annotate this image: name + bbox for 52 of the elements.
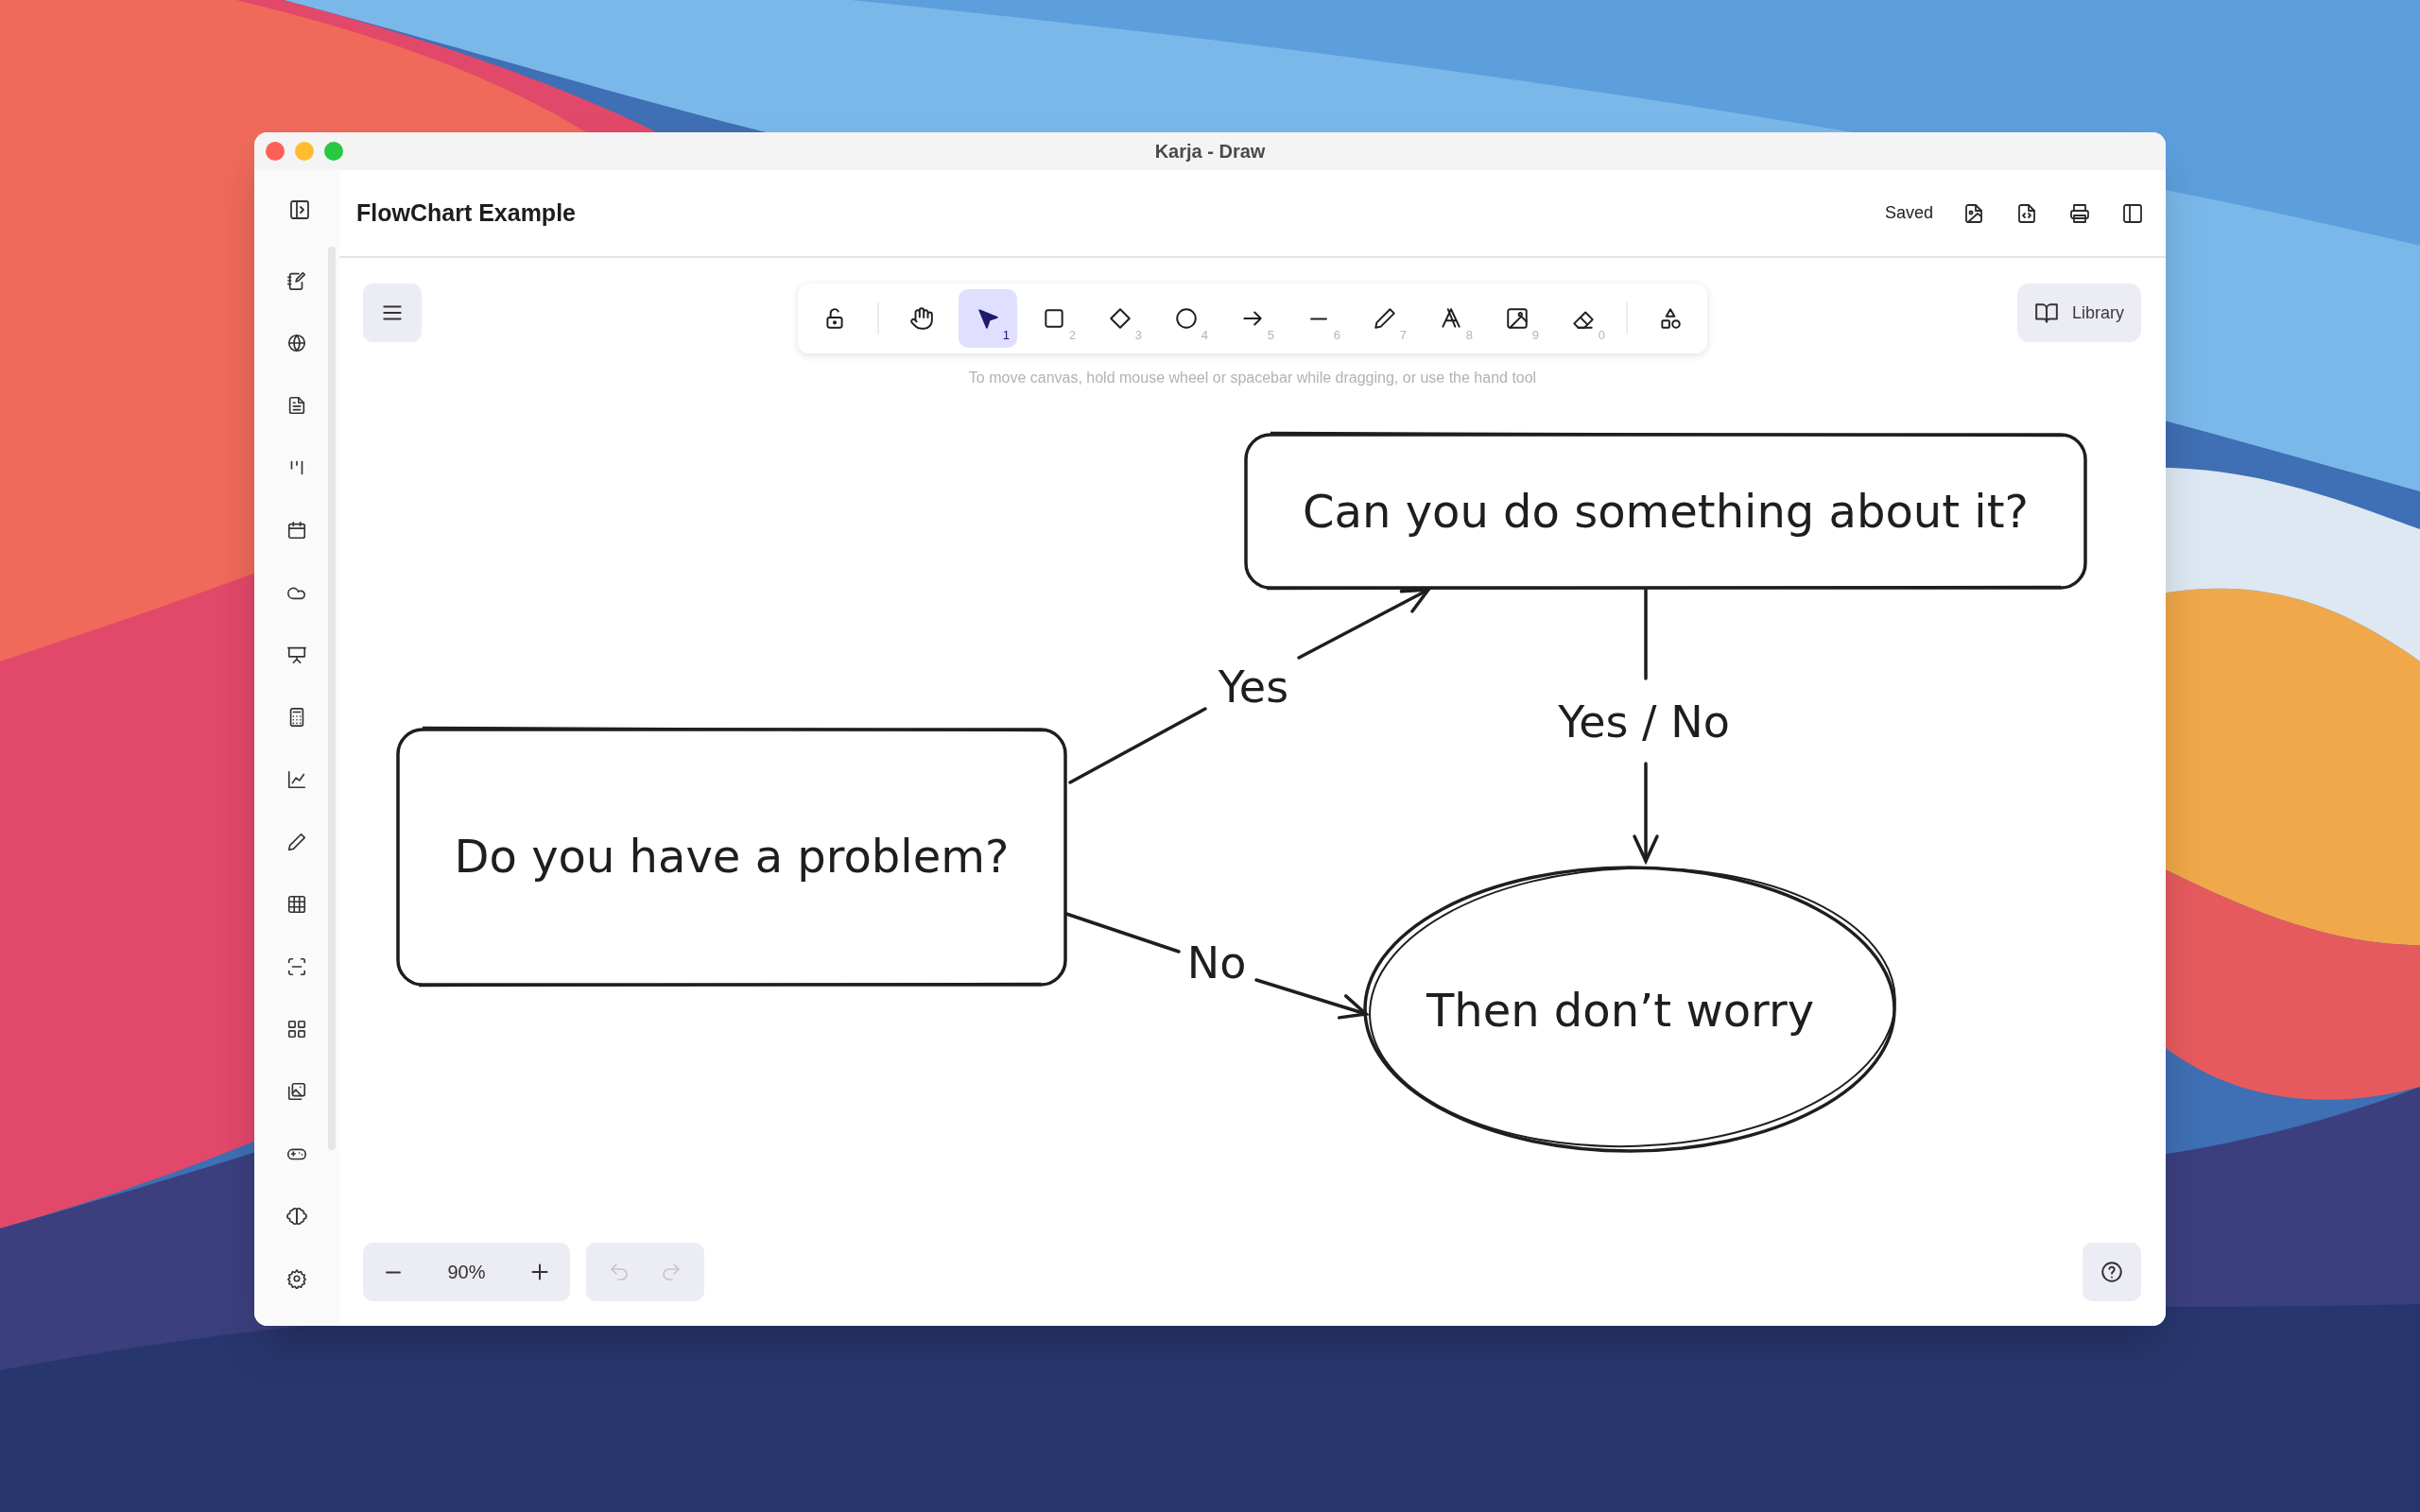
draw-tool[interactable]: 7 [1356,289,1414,348]
line-chart-icon[interactable] [286,769,307,790]
text-icon [1439,306,1463,331]
presentation-icon[interactable] [286,644,307,665]
zoom-level: 90% [447,1261,486,1284]
text-tool[interactable]: 8 [1422,289,1480,348]
ellipse-icon [1174,306,1199,331]
rectangle-icon [1042,306,1066,331]
select-icon [976,306,1000,331]
node-label: Do you have a problem? [454,830,1010,883]
calendar-icon[interactable] [286,520,307,541]
hand-icon [909,306,934,331]
edge-label: Yes / No [1558,696,1730,747]
library-button[interactable]: Library [2016,284,2141,342]
grid-icon[interactable] [286,1019,307,1040]
pencil-icon[interactable] [286,832,307,852]
images-icon[interactable] [286,1081,307,1102]
image-tool[interactable]: 9 [1488,289,1547,348]
line-tool[interactable]: 6 [1289,289,1348,348]
eraser-tool[interactable]: 0 [1554,289,1613,348]
sidebar-toggle-icon[interactable] [288,198,311,221]
edge-label: No [1186,937,1247,988]
document-icon[interactable] [286,395,307,416]
select-tool[interactable]: 1 [959,289,1017,348]
image-icon [1505,306,1530,331]
globe-icon[interactable] [286,333,307,353]
shapes-icon [1658,306,1683,331]
line-icon [1309,317,1328,320]
book-icon [2033,301,2059,325]
hint-text: To move canvas, hold mouse wheel or spacebar while dragging, or use the hand tool [968,369,1537,387]
node-label: Then don’t worry [1426,984,1815,1037]
help-button[interactable] [2083,1243,2141,1301]
settings-icon[interactable] [286,1268,307,1289]
minus-icon [384,1270,403,1274]
diamond-tool[interactable]: 3 [1091,289,1150,348]
help-icon [2100,1260,2124,1284]
edge-label: Yes [1218,662,1289,713]
rectangle-tool[interactable]: 2 [1025,289,1083,348]
diamond-icon [1108,306,1132,331]
window-title: Karja - Draw [1154,140,1266,163]
close-button[interactable] [266,142,285,161]
ellipse-tool[interactable]: 4 [1157,289,1216,348]
document-title: FlowChart Example [356,198,577,228]
brain-icon[interactable] [286,1206,307,1227]
node-label: Can you do something about it? [1303,485,2029,538]
draw-icon [1373,306,1397,331]
table-icon[interactable] [286,894,307,915]
menu-button[interactable] [363,284,422,342]
notebook-icon[interactable] [286,270,307,291]
scan-icon[interactable] [286,956,307,977]
save-status: Saved [1884,202,1933,224]
arrow-tool[interactable]: 5 [1223,289,1282,348]
